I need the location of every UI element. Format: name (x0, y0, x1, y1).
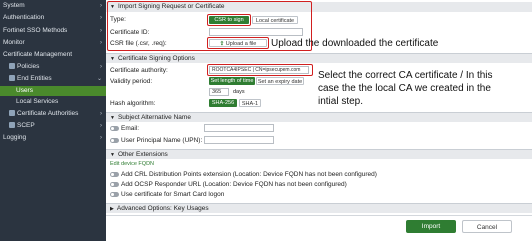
chevron-right-icon: › (100, 28, 102, 34)
chevron-right-icon: › (100, 40, 102, 46)
sidebar-item-label: Monitor (3, 39, 25, 46)
annotation-highlight-csr (207, 14, 251, 26)
main-panel: ▼ Import Signing Request or Certificate T… (106, 0, 532, 241)
annotation-ca-note-3: intial step. (318, 96, 364, 107)
hash-label: Hash algorithm: (110, 100, 156, 107)
validity-label: Validity period: (110, 78, 153, 85)
caret-down-icon: ▼ (110, 115, 115, 121)
sha1-button[interactable]: SHA-1 (239, 99, 261, 107)
annotation-highlight-ca (207, 64, 313, 76)
caret-down-icon: ▼ (110, 56, 115, 62)
section-title: Other Extensions (117, 151, 168, 158)
sidebar-item-label: Fortinet SSO Methods (3, 27, 68, 34)
chevron-down-icon: ⌄ (96, 76, 102, 82)
san-header[interactable]: ▼ Subject Alternative Name (106, 112, 532, 122)
ocsp-row: Add OCSP Responder URL (Location: Device… (110, 181, 347, 188)
local-certificate-button[interactable]: Local certificate (252, 16, 298, 24)
days-value: 365 (212, 89, 222, 95)
sidebar-item-local-services[interactable]: Local Services (0, 97, 106, 107)
sidebar-item-certificate-authorities[interactable]: Certificate Authorities › (0, 109, 106, 119)
ca-label: Certificate authority: (110, 67, 168, 74)
annotation-ca-note-2: case the the local CA we created in the (318, 83, 491, 94)
chevron-right-icon: › (100, 111, 102, 117)
certificate-authorities-icon (9, 110, 15, 116)
smartcard-toggle[interactable] (110, 192, 119, 197)
upn-toggle[interactable] (110, 138, 119, 143)
sidebar-item-policies[interactable]: Policies › (0, 62, 106, 72)
ocsp-label: Add OCSP Responder URL (Location: Device… (121, 181, 347, 188)
chevron-right-icon: › (100, 135, 102, 141)
sidebar-item-label: SCEP (17, 122, 35, 129)
email-label: Email: (121, 125, 140, 132)
caret-down-icon: ▼ (110, 152, 115, 158)
sidebar-item-label: Users (16, 87, 33, 94)
type-label: Type: (110, 16, 126, 23)
crl-toggle[interactable] (110, 172, 119, 177)
signing-options-header[interactable]: ▼ Certificate Signing Options (106, 53, 532, 63)
scep-icon (9, 122, 15, 128)
edit-device-fqdn-link[interactable]: Edit device FQDN (110, 161, 154, 167)
sidebar-item-label: Logging (3, 134, 27, 141)
sidebar-item-label: Policies (17, 63, 40, 70)
annotation-upload-note: Upload the downloaded the certificate (271, 38, 439, 49)
set-expiry-button[interactable]: Set an expiry date (256, 77, 304, 85)
sidebar-item-label: End Entities (17, 75, 52, 82)
advanced-options-header[interactable]: ▶ Advanced Options: Key Usages (106, 203, 532, 213)
chevron-right-icon: › (100, 15, 102, 21)
chevron-right-icon: › (100, 123, 102, 129)
policies-icon (9, 63, 15, 69)
sidebar-item-end-entities[interactable]: End Entities ⌄ (0, 74, 106, 84)
email-input[interactable] (204, 124, 274, 132)
certificate-id-label: Certificate ID: (110, 29, 150, 36)
sidebar-item-label: System (3, 2, 25, 9)
cancel-button[interactable]: Cancel (462, 220, 512, 233)
sidebar-item-certificate-management[interactable]: Certificate Management (0, 50, 106, 60)
upn-label: User Principal Name (UPN): (121, 137, 203, 144)
certificate-id-input[interactable] (209, 28, 303, 36)
sidebar-item-system[interactable]: System › (0, 1, 106, 11)
annotation-ca-note-1: Select the correct CA certificate / In t… (318, 70, 493, 81)
sidebar-item-monitor[interactable]: Monitor › (0, 38, 106, 48)
section-title: Subject Alternative Name (117, 114, 191, 121)
chevron-right-icon: › (100, 3, 102, 9)
import-button[interactable]: Import (406, 220, 456, 233)
ocsp-toggle[interactable] (110, 182, 119, 187)
crl-label: Add CRL Distribution Points extension (L… (121, 171, 377, 178)
sidebar: System › Authentication › Fortinet SSO Met… (0, 0, 106, 241)
email-row: Email: (110, 125, 139, 132)
section-title: Certificate Signing Options (117, 55, 195, 62)
section-title: Advanced Options: Key Usages (116, 205, 209, 212)
end-entities-icon (9, 75, 15, 81)
chevron-right-icon: › (100, 64, 102, 70)
sidebar-item-scep[interactable]: SCEP › (0, 121, 106, 131)
annotation-highlight-upload (207, 37, 269, 49)
sidebar-item-label: Authentication (3, 14, 45, 21)
csr-file-label: CSR file (.csr, .req): (110, 40, 167, 47)
email-toggle[interactable] (110, 126, 119, 131)
sidebar-item-logging[interactable]: Logging › (0, 133, 106, 143)
extensions-header[interactable]: ▼ Other Extensions (106, 149, 532, 159)
sidebar-item-authentication[interactable]: Authentication › (0, 13, 106, 23)
sidebar-item-label: Certificate Authorities (17, 110, 79, 117)
sidebar-item-fortinet-sso[interactable]: Fortinet SSO Methods › (0, 26, 106, 36)
upn-row: User Principal Name (UPN): (110, 137, 202, 144)
set-length-button[interactable]: Set length of time (209, 77, 255, 85)
sidebar-item-label: Local Services (16, 98, 59, 105)
days-input[interactable]: 365 (209, 88, 229, 96)
sidebar-item-label: Certificate Management (3, 51, 73, 58)
upn-input[interactable] (204, 136, 274, 144)
smartcard-label: Use certificate for Smart Card logon (121, 191, 225, 198)
caret-right-icon: ▶ (110, 206, 114, 212)
sha256-button[interactable]: SHA-256 (209, 99, 237, 107)
smartcard-row: Use certificate for Smart Card logon (110, 191, 224, 198)
crl-row: Add CRL Distribution Points extension (L… (110, 171, 377, 178)
days-unit: days (233, 89, 245, 95)
sidebar-item-users[interactable]: Users (0, 86, 106, 96)
